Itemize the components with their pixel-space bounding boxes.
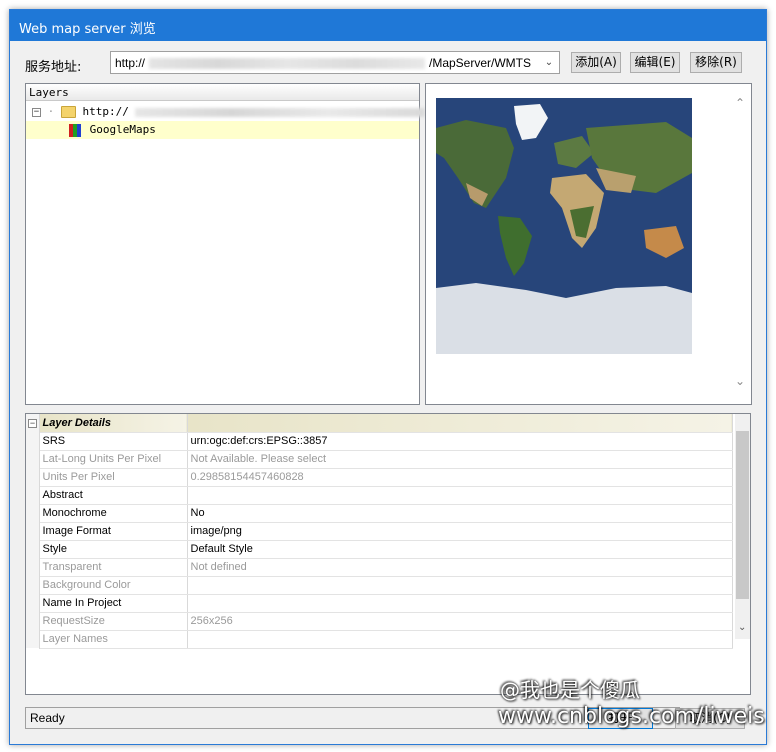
chevron-down-icon[interactable]: ⌄ bbox=[541, 54, 557, 71]
world-map-preview bbox=[436, 98, 692, 354]
map-preview-panel: ⌃ ⌄ bbox=[425, 83, 752, 405]
scroll-down-icon[interactable]: ⌄ bbox=[738, 622, 746, 633]
blurred-host bbox=[149, 58, 425, 69]
property-name: Image Format bbox=[39, 522, 188, 541]
property-row[interactable]: SRS urn:ogc:def:crs:EPSG::3857 bbox=[26, 432, 733, 451]
section-title: Layer Details bbox=[39, 414, 188, 433]
property-value[interactable] bbox=[187, 486, 733, 505]
blurred-url bbox=[135, 107, 426, 117]
property-value[interactable] bbox=[187, 630, 733, 649]
property-row[interactable]: Units Per Pixel 0.29858154457460828 bbox=[26, 468, 733, 487]
property-name: Name In Project bbox=[39, 594, 188, 613]
property-row[interactable]: Monochrome No bbox=[26, 504, 733, 523]
property-name: Lat-Long Units Per Pixel bbox=[39, 450, 188, 469]
details-table: − Layer Details SRS urn:ogc:def:crs:EPSG:… bbox=[26, 414, 733, 649]
tree-layer-item[interactable]: GoogleMaps bbox=[26, 121, 419, 139]
edit-button[interactable]: 编辑(E) bbox=[630, 52, 680, 73]
root-node-label: http:// bbox=[82, 105, 129, 118]
scrollbar-thumb[interactable] bbox=[736, 431, 749, 599]
property-row[interactable]: Abstract bbox=[26, 486, 733, 505]
property-row[interactable]: RequestSize 256x256 bbox=[26, 612, 733, 631]
layers-column-header[interactable]: Layers bbox=[26, 84, 419, 101]
property-row[interactable]: Layer Names bbox=[26, 630, 733, 649]
property-value[interactable]: 0.29858154457460828 bbox=[187, 468, 733, 487]
property-name: Abstract bbox=[39, 486, 188, 505]
property-name: Units Per Pixel bbox=[39, 468, 188, 487]
property-value[interactable] bbox=[187, 576, 733, 595]
property-value[interactable]: 256x256 bbox=[187, 612, 733, 631]
window-title: Web map server 浏览 bbox=[19, 22, 156, 37]
property-value[interactable]: image/png bbox=[187, 522, 733, 541]
property-value[interactable]: Default Style bbox=[187, 540, 733, 559]
wms-browser-dialog: Web map server 浏览 服务地址: http:// /MapServ… bbox=[9, 9, 767, 745]
scroll-up-icon[interactable]: ⌃ bbox=[735, 96, 745, 110]
property-row[interactable]: Lat-Long Units Per Pixel Not Available. P… bbox=[26, 450, 733, 469]
layer-tree[interactable]: Layers − · http:// GoogleMaps bbox=[25, 83, 426, 405]
property-value[interactable] bbox=[187, 594, 733, 613]
property-value[interactable]: No bbox=[187, 504, 733, 523]
watermark-author: @我也是个傻瓜 bbox=[500, 678, 640, 702]
property-row[interactable]: Transparent Not defined bbox=[26, 558, 733, 577]
property-value[interactable]: Not defined bbox=[187, 558, 733, 577]
layer-details-grid[interactable]: − Layer Details SRS urn:ogc:def:crs:EPSG:… bbox=[25, 413, 751, 695]
address-suffix: /MapServer/WMTS bbox=[429, 56, 532, 70]
collapse-section-icon[interactable]: − bbox=[26, 414, 40, 432]
status-text: Ready bbox=[30, 711, 65, 725]
section-header-row[interactable]: − Layer Details bbox=[26, 414, 733, 433]
address-prefix: http:// bbox=[115, 56, 146, 70]
property-row[interactable]: Image Format image/png bbox=[26, 522, 733, 541]
scroll-down-icon[interactable]: ⌄ bbox=[735, 374, 745, 388]
property-value[interactable]: urn:ogc:def:crs:EPSG::3857 bbox=[187, 432, 733, 451]
property-name: Style bbox=[39, 540, 188, 559]
property-row[interactable]: Style Default Style bbox=[26, 540, 733, 559]
details-scrollbar[interactable]: ⌄ bbox=[735, 414, 750, 639]
property-row[interactable]: Background Color bbox=[26, 576, 733, 595]
folder-icon bbox=[60, 106, 76, 118]
add-button[interactable]: 添加(A) bbox=[571, 52, 621, 73]
server-address-label: 服务地址: bbox=[25, 60, 82, 75]
collapse-toggle-icon[interactable]: − bbox=[32, 107, 41, 117]
property-name: RequestSize bbox=[39, 612, 188, 631]
title-bar[interactable]: Web map server 浏览 bbox=[10, 10, 766, 41]
raster-layer-icon bbox=[69, 123, 83, 137]
property-value[interactable]: Not Available. Please select bbox=[187, 450, 733, 469]
server-address-combobox[interactable]: http:// /MapServer/WMTS ⌄ bbox=[110, 51, 560, 74]
property-name: Background Color bbox=[39, 576, 188, 595]
remove-button[interactable]: 移除(R) bbox=[690, 52, 742, 73]
tree-root-node[interactable]: − · http:// bbox=[32, 103, 426, 121]
layer-name: GoogleMaps bbox=[89, 123, 156, 136]
property-row[interactable]: Name In Project bbox=[26, 594, 733, 613]
property-name: SRS bbox=[39, 432, 188, 451]
watermark-url: www.cnblogs.com/liweis bbox=[498, 704, 765, 729]
property-name: Layer Names bbox=[39, 630, 188, 649]
property-name: Transparent bbox=[39, 558, 188, 577]
property-name: Monochrome bbox=[39, 504, 188, 523]
